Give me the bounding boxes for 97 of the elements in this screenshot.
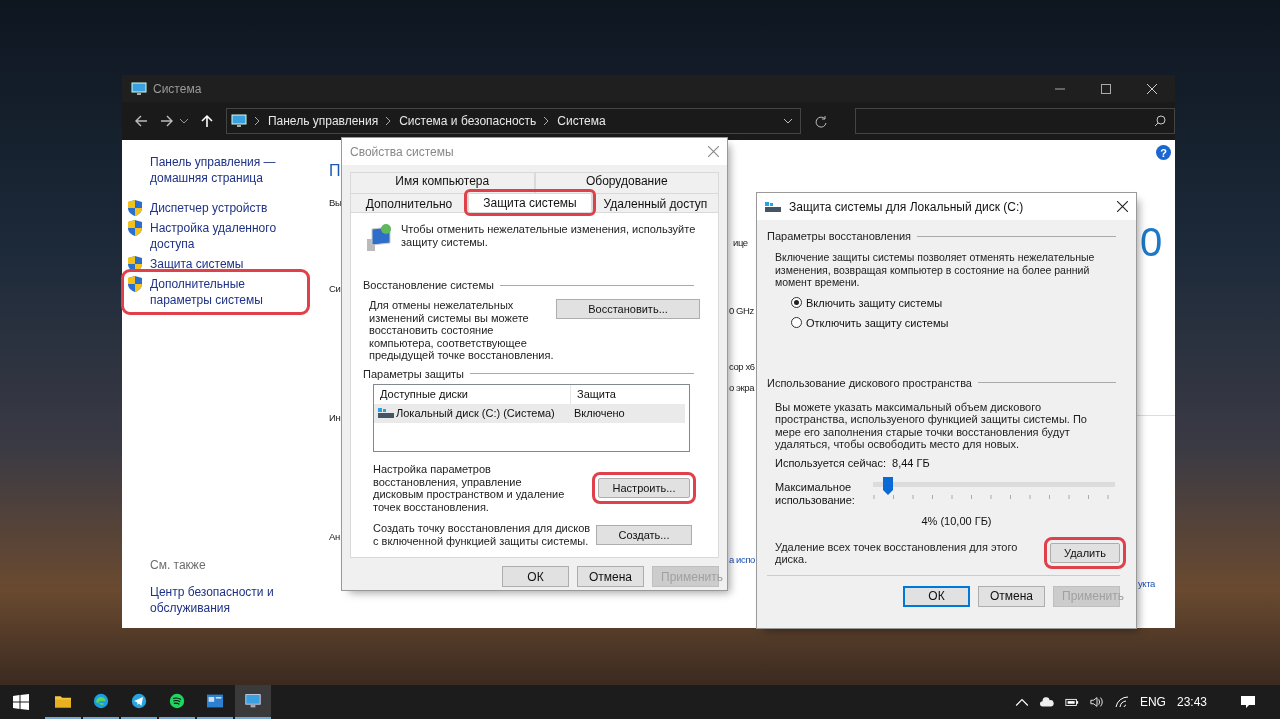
chevron-down-icon[interactable] <box>784 119 793 124</box>
speaker-icon[interactable] <box>1089 696 1104 708</box>
breadcrumb-item[interactable]: Система <box>557 114 606 128</box>
wifi-icon[interactable] <box>1114 696 1129 708</box>
sidebar-item[interactable]: Диспетчер устройств <box>128 200 303 216</box>
description-text: Создать точку восстановления для дисков с включенной функцией защиты системы. <box>373 522 592 547</box>
tab[interactable]: Имя компьютера <box>350 172 535 193</box>
sidebar-item[interactable]: Защита системы <box>128 256 303 272</box>
radio-button[interactable] <box>791 317 802 328</box>
search-field[interactable] <box>855 108 1175 134</box>
chevron-down-icon[interactable] <box>179 118 188 124</box>
create-button[interactable]: Создать... <box>596 524 692 545</box>
help-icon[interactable]: ? <box>1156 145 1171 160</box>
clock[interactable]: 23:43 <box>1176 695 1207 709</box>
table-cell-text: Включено <box>573 407 625 419</box>
table-cell: Локальный диск (C:) (Система) <box>374 403 568 423</box>
shield-icon <box>128 276 142 292</box>
drive-icon <box>765 201 781 212</box>
description-text: Удаление всех точек восстановления для этого диска. <box>775 540 1019 566</box>
sidebar-link[interactable]: Центр безопасности и обслуживания <box>150 584 315 616</box>
radio-option[interactable]: Включить защиту системы <box>791 296 1128 309</box>
breadcrumb-item[interactable]: Панель управления <box>267 114 379 128</box>
radio-button[interactable] <box>791 297 802 308</box>
description-text: Включение защиты системы позволяет отменять нежелательные изменения, возвращая компьютер в состояние на более ранний момент времени. <box>775 251 1096 289</box>
music-app-icon <box>169 693 185 709</box>
tab[interactable]: Дополнительно <box>350 193 468 212</box>
partial-text: сор x6 <box>729 361 755 372</box>
column-header[interactable]: Доступные диски <box>374 384 571 404</box>
monitor-icon <box>230 113 247 129</box>
column-header[interactable]: Защита <box>571 388 616 400</box>
partial-text: ице <box>733 237 748 248</box>
dialog-button[interactable]: Отмена <box>577 566 644 587</box>
battery-icon[interactable] <box>1064 696 1079 708</box>
partial-text: укта <box>1138 578 1155 589</box>
partial-text: Вы <box>329 197 342 208</box>
shield-icon <box>128 220 142 236</box>
notification-icon[interactable] <box>1240 695 1256 709</box>
sidebar-link[interactable]: Панель управления — домашняя страница <box>150 154 315 186</box>
window-title: Система <box>153 81 202 96</box>
section-heading: Использование дискового пространства <box>767 376 972 389</box>
section-heading: Параметры восстановления <box>767 230 912 242</box>
usage-value: 8,44 ГБ <box>892 456 930 469</box>
sidebar-item[interactable]: Дополнительные параметры системы <box>128 276 303 308</box>
refresh-icon[interactable] <box>814 115 829 129</box>
dialog-title: Защита системы для Локальный диск (C:) <box>789 199 1024 214</box>
drive-icon <box>378 408 394 418</box>
folder-icon <box>55 693 71 709</box>
slider-value: 4% (10,00 ГБ) <box>921 514 992 527</box>
table-row[interactable]: Локальный диск (C:) (Система) Включено <box>374 403 685 423</box>
description-text: Для отмены нежелательных изменений системы вы можете восстановить состояние компьютера, соответствующее предыдущей точке восстановления. <box>369 299 555 362</box>
description-text: Чтобы отменить нежелательные изменения, используйте защиту системы. <box>401 223 697 250</box>
partial-text: 0 GHz <box>729 305 754 316</box>
app-window-icon <box>207 693 223 709</box>
partial-text: Си <box>329 283 341 294</box>
partial-text: Ан <box>329 531 340 542</box>
forward-arrow-icon[interactable] <box>160 114 174 128</box>
chevron-up-icon[interactable] <box>1014 696 1029 708</box>
up-arrow-icon[interactable] <box>199 114 214 128</box>
browser-icon <box>93 693 109 709</box>
section-heading: Параметры защиты <box>363 367 464 380</box>
dialog-title: Свойства системы <box>350 144 454 159</box>
partial-text: о экра <box>729 382 755 393</box>
shield-icon <box>128 256 142 272</box>
partial-text: 0 <box>1140 220 1162 265</box>
field-label: Используется сейчас: <box>775 456 887 469</box>
dialog-button[interactable]: Отмена <box>978 585 1045 607</box>
description-text: Вы можете указать максимальный объем дискового пространства, используеного функцией защиты системы. По мере его заполнения старые точки восстановления будут удаляться, чтобы освободить место для новых. <box>775 400 1088 451</box>
language-indicator[interactable]: ENG <box>1139 695 1166 709</box>
paper-plane-icon <box>131 693 147 709</box>
back-arrow-icon[interactable] <box>134 114 148 128</box>
shield-icon <box>128 200 142 216</box>
partial-text: а испо <box>729 554 755 565</box>
partial-text: П <box>329 162 341 180</box>
tab[interactable]: Оборудование <box>534 172 719 193</box>
sidebar-item[interactable]: Настройка удаленного доступа <box>128 220 303 252</box>
description-text: Настройка параметров восстановления, управление дисковым пространством и удаление точек восстановления. <box>373 463 566 513</box>
radio-option[interactable]: Отключить защиту системы <box>791 316 1128 329</box>
chevron-right-icon <box>386 117 392 125</box>
chevron-right-icon <box>544 117 550 125</box>
close-icon[interactable] <box>1117 201 1128 212</box>
cloud-icon[interactable] <box>1039 696 1054 708</box>
search-icon <box>1154 115 1166 127</box>
slider-thumb[interactable] <box>882 476 893 495</box>
slider-label: Максимальное использование: <box>775 480 855 507</box>
section-heading: Восстановление системы <box>363 279 494 291</box>
dialog-button[interactable]: ОК <box>502 566 569 587</box>
chevron-right-icon <box>254 117 260 125</box>
monitor-icon <box>131 80 147 97</box>
start-icon[interactable] <box>13 694 29 710</box>
dialog-button[interactable]: ОК <box>903 585 970 607</box>
monitor-icon <box>245 693 261 709</box>
tab[interactable]: Удаленный доступ <box>592 193 719 212</box>
maximize-icon[interactable] <box>1101 83 1111 94</box>
restore-button[interactable]: Восстановить... <box>556 299 700 319</box>
section-label: См. также <box>150 558 207 572</box>
breadcrumb-item[interactable]: Система и безопасность <box>399 114 537 128</box>
partial-text: Ин <box>329 412 341 423</box>
